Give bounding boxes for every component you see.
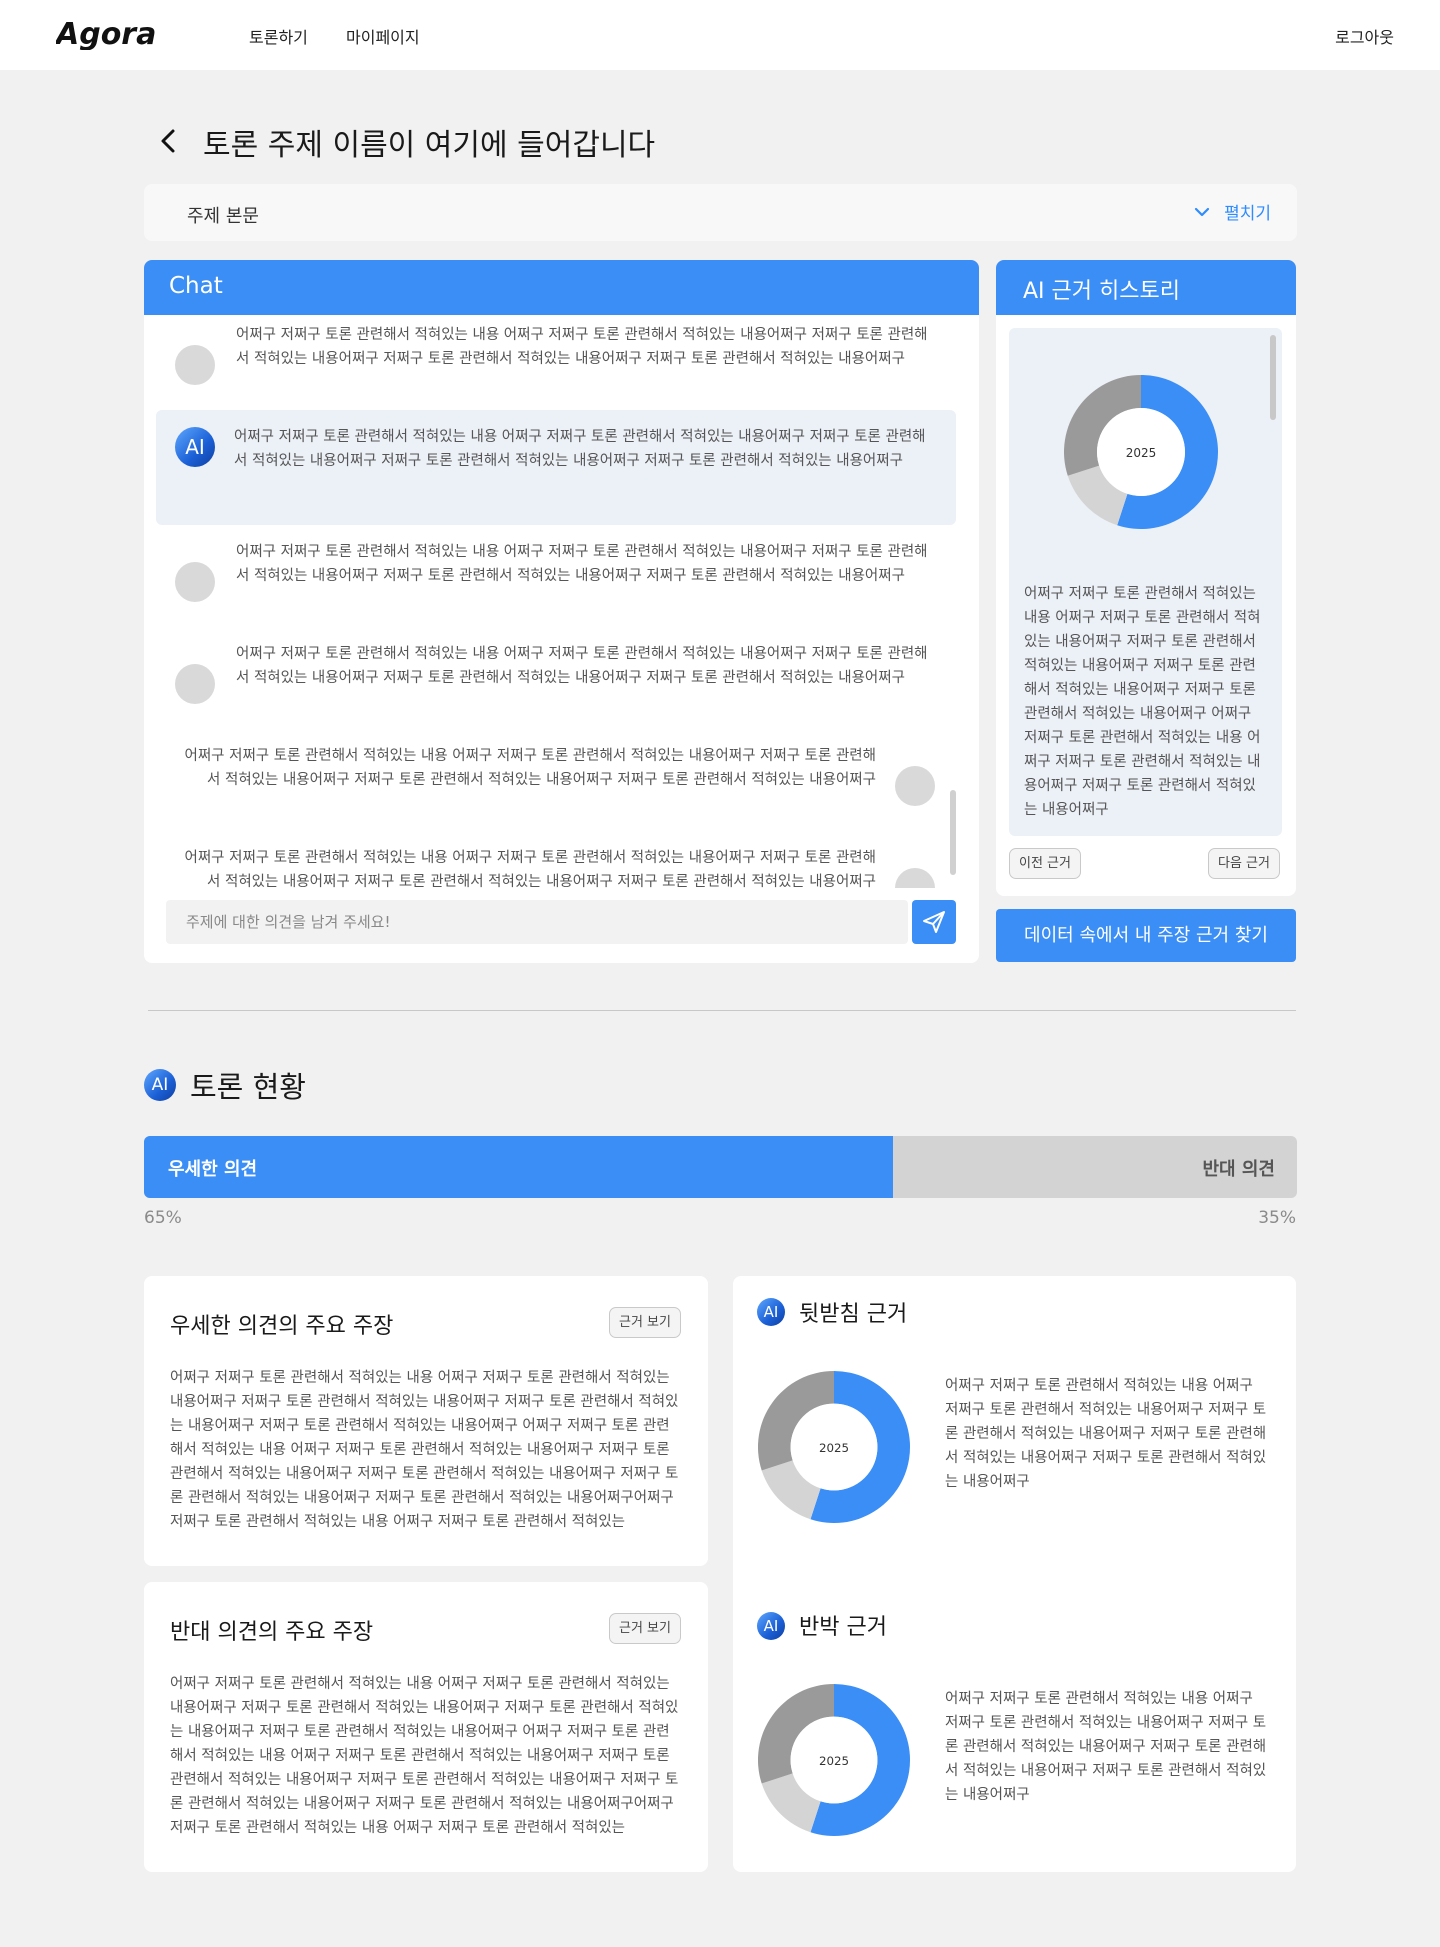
history-title: AI 근거 히스토리: [996, 260, 1296, 315]
chat-message-text: 어쩌구 저쩌구 토론 관련해서 적혀있는 내용 어쩌구 저쩌구 토론 관련해서 …: [236, 544, 928, 584]
ai-chat-message: AI 어쩌구 저쩌구 토론 관련해서 적혀있는 내용 어쩌구 저쩌구 토론 관련…: [156, 410, 956, 525]
donut-center-label: 2025: [1126, 446, 1157, 460]
user-avatar: [175, 664, 215, 704]
debate-status-title: 토론 현황: [190, 1070, 306, 1104]
chat-scrollbar-thumb[interactable]: [950, 790, 956, 875]
chat-panel: Chat 어쩌구 저쩌구 토론 관련해서 적혀있는 내용 어쩌구 저쩌구 토론 …: [144, 260, 979, 963]
send-icon: [923, 911, 945, 933]
chat-message: 어쩌구 저쩌구 토론 관련해서 적혀있는 내용 어쩌구 저쩌구 토론 관련해서 …: [156, 540, 956, 620]
chat-message-text: 어쩌구 저쩌구 토론 관련해서 적혀있는 내용 어쩌구 저쩌구 토론 관련해서 …: [236, 327, 928, 367]
agora-logo[interactable]: Agora: [56, 16, 186, 50]
expand-label: 펼치기: [1224, 204, 1271, 224]
chat-message: 어쩌구 저쩌구 토론 관련해서 적혀있는 내용 어쩌구 저쩌구 토론 관련해서 …: [156, 846, 956, 888]
view-evidence-button[interactable]: 근거 보기: [609, 1613, 681, 1644]
user-avatar: [895, 766, 935, 806]
chat-message-text: 어쩌구 저쩌구 토론 관련해서 적혀있는 내용 어쩌구 저쩌구 토론 관련해서 …: [184, 748, 876, 788]
next-evidence-button[interactable]: 다음 근거: [1208, 848, 1280, 879]
chat-message: 어쩌구 저쩌구 토론 관련해서 적혀있는 내용 어쩌구 저쩌구 토론 관련해서 …: [156, 744, 956, 824]
dominant-percent: 65%: [144, 1208, 182, 1228]
chat-title: Chat: [144, 260, 979, 315]
opinion-ratio-bar: 우세한 의견 반대 의견: [144, 1136, 1297, 1198]
chat-message-list[interactable]: 어쩌구 저쩌구 토론 관련해서 적혀있는 내용 어쩌구 저쩌구 토론 관련해서 …: [144, 315, 979, 888]
rebuttal-evidence-text: 어쩌구 저쩌구 토론 관련해서 적혀있는 내용 어쩌구 저쩌구 토론 관련해서 …: [945, 1691, 1267, 1803]
user-avatar: [175, 562, 215, 602]
prev-evidence-button[interactable]: 이전 근거: [1009, 848, 1081, 879]
claim-text: 어쩌구 저쩌구 토론 관련해서 적혀있는 내용 어쩌구 저쩌구 토론 관련해서 …: [170, 1676, 679, 1836]
chat-message-text: 어쩌구 저쩌구 토론 관련해서 적혀있는 내용 어쩌구 저쩌구 토론 관련해서 …: [184, 850, 876, 888]
top-navbar: Agora 토론하기 마이페이지 로그아웃: [0, 0, 1440, 70]
user-avatar: [895, 868, 935, 888]
history-content[interactable]: 2025 어쩌구 저쩌구 토론 관련해서 적혀있는 내용 어쩌구 저쩌구 토론 …: [1009, 328, 1282, 836]
section-divider: [148, 1010, 1296, 1011]
chat-message: 어쩌구 저쩌구 토론 관련해서 적혀있는 내용 어쩌구 저쩌구 토론 관련해서 …: [156, 323, 956, 403]
svg-text:Agora: Agora: [56, 17, 156, 50]
opposing-opinion-label: 반대 의견: [1202, 1159, 1275, 1180]
claim-title: 반대 의견의 주요 주장: [170, 1620, 374, 1645]
ai-badge-icon: AI: [144, 1069, 176, 1101]
claim-text: 어쩌구 저쩌구 토론 관련해서 적혀있는 내용 어쩌구 저쩌구 토론 관련해서 …: [170, 1370, 679, 1530]
supporting-evidence-text: 어쩌구 저쩌구 토론 관련해서 적혀있는 내용 어쩌구 저쩌구 토론 관련해서 …: [945, 1378, 1267, 1490]
rebuttal-donut-chart: 2025: [757, 1683, 911, 1837]
ai-badge-icon: AI: [757, 1298, 785, 1326]
topic-body-label: 주제 본문: [187, 206, 259, 227]
ai-badge-icon: AI: [757, 1612, 785, 1640]
evidence-card: AI 뒷받침 근거 2025 어쩌구 저쩌구 토론 관련해서 적혀있는 내용 어…: [733, 1276, 1296, 1872]
opposing-percent: 35%: [1258, 1208, 1296, 1228]
chat-message-text: 어쩌구 저쩌구 토론 관련해서 적혀있는 내용 어쩌구 저쩌구 토론 관련해서 …: [236, 646, 928, 686]
find-evidence-button[interactable]: 데이터 속에서 내 주장 근거 찾기: [996, 909, 1296, 962]
chat-message: 어쩌구 저쩌구 토론 관련해서 적혀있는 내용 어쩌구 저쩌구 토론 관련해서 …: [156, 642, 956, 722]
supporting-evidence-title: 뒷받침 근거: [799, 1302, 908, 1327]
expand-button[interactable]: 펼치기: [1194, 199, 1271, 224]
donut-center-label: 2025: [819, 1441, 849, 1455]
send-button[interactable]: [912, 900, 956, 944]
opposing-claims-card: 반대 의견의 주요 주장 근거 보기 어쩌구 저쩌구 토론 관련해서 적혀있는 …: [144, 1582, 708, 1872]
page-title: 토론 주제 이름이 여기에 들어갑니다: [203, 128, 656, 163]
history-scrollbar[interactable]: [1270, 335, 1276, 420]
history-donut-chart: 2025: [1064, 375, 1218, 529]
history-text: 어쩌구 저쩌구 토론 관련해서 적혀있는 내용 어쩌구 저쩌구 토론 관련해서 …: [1024, 586, 1261, 818]
chat-input[interactable]: [166, 900, 908, 944]
dominant-opinion-label: 우세한 의견: [168, 1159, 258, 1180]
dominant-claims-card: 우세한 의견의 주요 주장 근거 보기 어쩌구 저쩌구 토론 관련해서 적혀있는…: [144, 1276, 708, 1566]
view-evidence-button[interactable]: 근거 보기: [609, 1307, 681, 1338]
back-arrow-icon[interactable]: [154, 126, 184, 156]
chat-message-text: 어쩌구 저쩌구 토론 관련해서 적혀있는 내용 어쩌구 저쩌구 토론 관련해서 …: [234, 429, 926, 469]
supporting-donut-chart: 2025: [757, 1370, 911, 1524]
claim-title: 우세한 의견의 주요 주장: [170, 1314, 394, 1339]
topic-body-bar: 주제 본문 펼치기: [144, 184, 1297, 241]
ai-avatar: AI: [175, 427, 215, 467]
nav-debate[interactable]: 토론하기: [249, 24, 308, 48]
user-avatar: [175, 345, 215, 385]
rebuttal-evidence-title: 반박 근거: [799, 1615, 887, 1640]
logout-link[interactable]: 로그아웃: [1335, 24, 1394, 48]
donut-center-label: 2025: [819, 1754, 849, 1768]
ai-evidence-history-panel: AI 근거 히스토리 2025 어쩌구 저쩌구 토론 관련해서 적혀있는 내용 …: [996, 260, 1296, 896]
nav-mypage[interactable]: 마이페이지: [346, 24, 420, 48]
chevron-down-icon: [1194, 207, 1210, 216]
